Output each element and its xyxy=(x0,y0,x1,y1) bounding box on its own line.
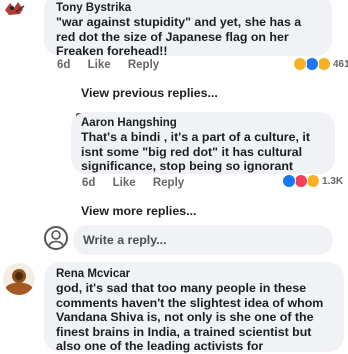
view-more-replies-link[interactable]: View more replies... xyxy=(81,204,196,218)
reply-1-reaction-count: 1.3K xyxy=(322,175,344,187)
view-previous-replies-link[interactable]: View previous replies... xyxy=(81,86,218,100)
haha-icon xyxy=(306,174,320,188)
reply-1-bubble: Aaron Hangshing That's a bindi , it's a … xyxy=(71,112,335,174)
comment-2-author[interactable]: Rena Mcvicar xyxy=(56,268,334,281)
comment-2-bubble: Rena Mcvicar god, it's sad that too many… xyxy=(44,262,344,354)
reply-1-actions: 6d Like Reply xyxy=(82,177,184,189)
comment-1-actions: 6d Like Reply xyxy=(57,59,159,71)
love-icon xyxy=(294,174,308,188)
laugh-icon xyxy=(317,57,331,71)
reply-1-age[interactable]: 6d xyxy=(82,177,95,189)
comment-1-text: "war against stupidity" and yet, she has… xyxy=(56,15,302,59)
reply-1-text: That's a bindi , it's a part of a cultur… xyxy=(81,130,310,174)
reply-1-reactions[interactable]: 1.3K xyxy=(282,174,343,188)
comment-2-text: god, it's sad that too many people in th… xyxy=(56,281,324,354)
like-icon xyxy=(305,57,319,71)
comment-1-reactions[interactable]: 461 xyxy=(293,57,348,71)
comment-1-age[interactable]: 6d xyxy=(57,59,70,71)
avatar-current-user xyxy=(44,226,68,250)
comment-1-reaction-count: 461 xyxy=(333,58,348,70)
reply-1-author[interactable]: Aaron Hangshing xyxy=(81,117,325,130)
avatar-image xyxy=(3,263,35,295)
avatar-rena[interactable] xyxy=(3,263,35,295)
comment-1-author[interactable]: Tony Bystrika xyxy=(56,2,322,15)
write-reply-input[interactable]: Write a reply... xyxy=(73,225,333,255)
reply-1-reply-button[interactable]: Reply xyxy=(153,177,184,189)
user-icon xyxy=(48,230,64,247)
haha-icon xyxy=(293,57,307,71)
avatar-tony[interactable] xyxy=(2,0,26,18)
reply-1-like-button[interactable]: Like xyxy=(113,177,136,189)
comment-1-like-button[interactable]: Like xyxy=(88,59,111,71)
comment-1-bubble: Tony Bystrika "war against stupidity" an… xyxy=(44,0,332,59)
avatar-image xyxy=(2,0,26,18)
like-icon xyxy=(282,174,296,188)
comment-1-reply-button[interactable]: Reply xyxy=(128,59,159,71)
